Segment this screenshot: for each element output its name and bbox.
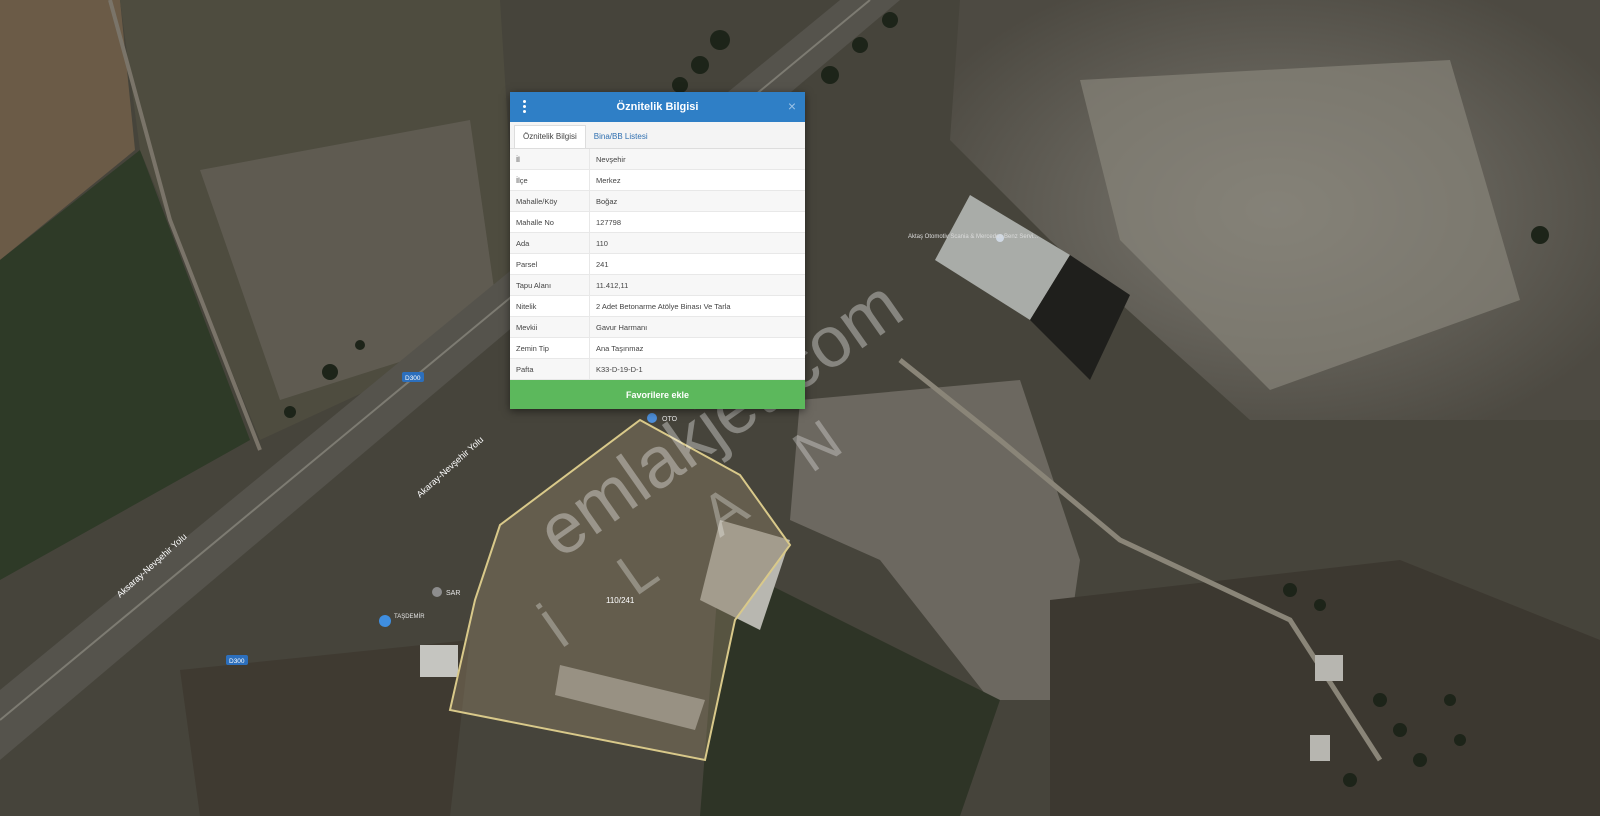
row-key: Parsel [510,253,590,275]
parcel-label: 110/241 [606,596,635,605]
svg-text:D300: D300 [405,375,421,382]
table-row: Pafta K33-D-19-D-1 [510,358,805,380]
table-row: Zemin Tip Ana Taşınmaz [510,337,805,359]
row-value: 2 Adet Betonarme Atölye Binası Ve Tarla [589,295,805,317]
route-shield-d300-1: D300 [402,372,424,382]
table-row: Parsel 241 [510,253,805,275]
svg-text:OTO: OTO [662,416,678,423]
table-row: İl Nevşehir [510,149,805,170]
row-key: İlçe [510,169,590,191]
small-building [420,645,458,677]
row-key: Tapu Alanı [510,274,590,296]
row-key: Mahalle/Köy [510,190,590,212]
attribute-info-popup: Öznitelik Bilgisi × Öznitelik Bilgisi Bi… [510,92,805,409]
row-value: 110 [589,232,805,254]
table-row: Ada 110 [510,232,805,254]
svg-text:D300: D300 [229,658,245,665]
row-value: Gavur Harmanı [589,316,805,338]
table-row: Mahalle No 127798 [510,211,805,233]
svg-text:TAŞDEMİR: TAŞDEMİR [394,613,425,620]
kebab-menu-icon[interactable] [520,98,528,116]
row-key: Zemin Tip [510,337,590,359]
tab-oznitelik-bilgisi[interactable]: Öznitelik Bilgisi [514,125,586,148]
row-value: 241 [589,253,805,275]
row-key: Pafta [510,358,590,380]
svg-text:SAR: SAR [446,590,460,597]
table-row: Mevkii Gavur Harmanı [510,316,805,338]
svg-text:Aktaş Otomotiv Scania & Merced: Aktaş Otomotiv Scania & Mercedes Benz Se… [908,234,1038,240]
table-row: Tapu Alanı 11.412,11 [510,274,805,296]
row-value: Nevşehir [589,149,805,170]
row-key: Mevkii [510,316,590,338]
row-value: K33-D-19-D-1 [589,358,805,380]
row-value: Boğaz [589,190,805,212]
farm-building-2 [1310,735,1330,761]
farm-building [1315,655,1343,681]
attribute-table: İl Nevşehir İlçe Merkez Mahalle/Köy Boğaz M… [510,149,805,380]
popup-tabs: Öznitelik Bilgisi Bina/BB Listesi [510,122,805,149]
popup-header: Öznitelik Bilgisi × [510,92,805,122]
row-key: Ada [510,232,590,254]
row-key: Nitelik [510,295,590,317]
row-key: Mahalle No [510,211,590,233]
row-value: Merkez [589,169,805,191]
table-row: İlçe Merkez [510,169,805,191]
row-value: Ana Taşınmaz [589,337,805,359]
row-key: İl [510,149,590,170]
row-value: 11.412,11 [589,274,805,296]
table-row: Mahalle/Köy Boğaz [510,190,805,212]
popup-title: Öznitelik Bilgisi [616,101,699,113]
row-value: 127798 [589,211,805,233]
tab-bina-bb-listesi[interactable]: Bina/BB Listesi [586,126,656,148]
add-to-favorites-button[interactable]: Favorilere ekle [510,380,805,409]
route-shield-d300-2: D300 [226,655,248,665]
close-icon[interactable]: × [788,98,796,114]
table-row: Nitelik 2 Adet Betonarme Atölye Binası Ve… [510,295,805,317]
